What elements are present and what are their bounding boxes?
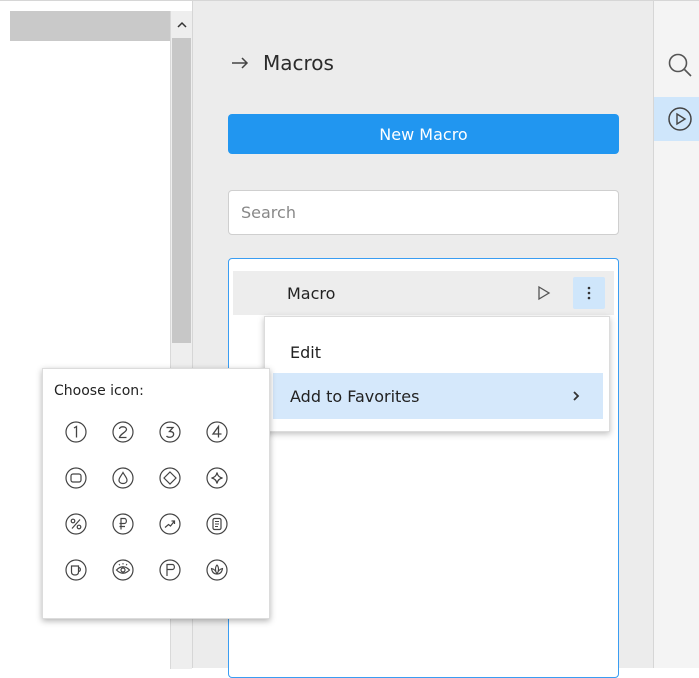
panel-header: Macros [231,51,334,75]
cup-icon[interactable] [61,555,91,585]
scrollbar-thumb[interactable] [172,38,191,343]
more-vertical-icon [587,286,591,300]
search-input[interactable]: Search [228,190,619,235]
document-icon[interactable] [202,509,232,539]
more-options-button[interactable] [573,277,605,309]
search-button[interactable] [666,51,694,79]
diamond-icon[interactable] [155,463,185,493]
number-1-icon[interactable] [61,417,91,447]
drop-icon[interactable] [108,463,138,493]
eye-icon[interactable] [108,555,138,585]
macros-toolbar-button[interactable] [654,97,699,141]
right-toolbar [654,1,699,668]
icon-chooser-popup: Choose icon: [42,368,270,619]
page-title: Macros [263,51,334,75]
new-macro-button[interactable]: New Macro [228,114,619,154]
arrow-right-icon[interactable] [231,56,249,70]
menu-item-edit[interactable]: Edit [265,329,609,375]
macro-name: Macro [287,283,336,303]
chevron-up-icon [176,21,187,28]
ruble-icon[interactable] [108,509,138,539]
percent-icon[interactable] [61,509,91,539]
sparkle-icon[interactable] [202,463,232,493]
search-icon [668,53,692,77]
number-3-icon[interactable] [155,417,185,447]
menu-item-add-to-favorites[interactable]: Add to Favorites [273,373,603,419]
scroll-up-button[interactable] [171,11,192,37]
number-4-icon[interactable] [202,417,232,447]
context-menu: Edit Add to Favorites [264,316,610,432]
left-pane-header [10,11,170,41]
menu-item-label: Edit [290,342,321,362]
play-circle-icon [668,107,692,131]
list-item[interactable]: Macro [233,271,614,315]
lotus-icon[interactable] [202,555,232,585]
flag-icon[interactable] [155,555,185,585]
menu-item-label: Add to Favorites [290,386,420,406]
run-macro-button[interactable] [533,282,555,304]
play-icon [538,285,551,301]
number-2-icon[interactable] [108,417,138,447]
popup-title: Choose icon: [54,383,144,399]
square-icon[interactable] [61,463,91,493]
chevron-right-icon [573,391,580,401]
trend-arrow-icon[interactable] [155,509,185,539]
